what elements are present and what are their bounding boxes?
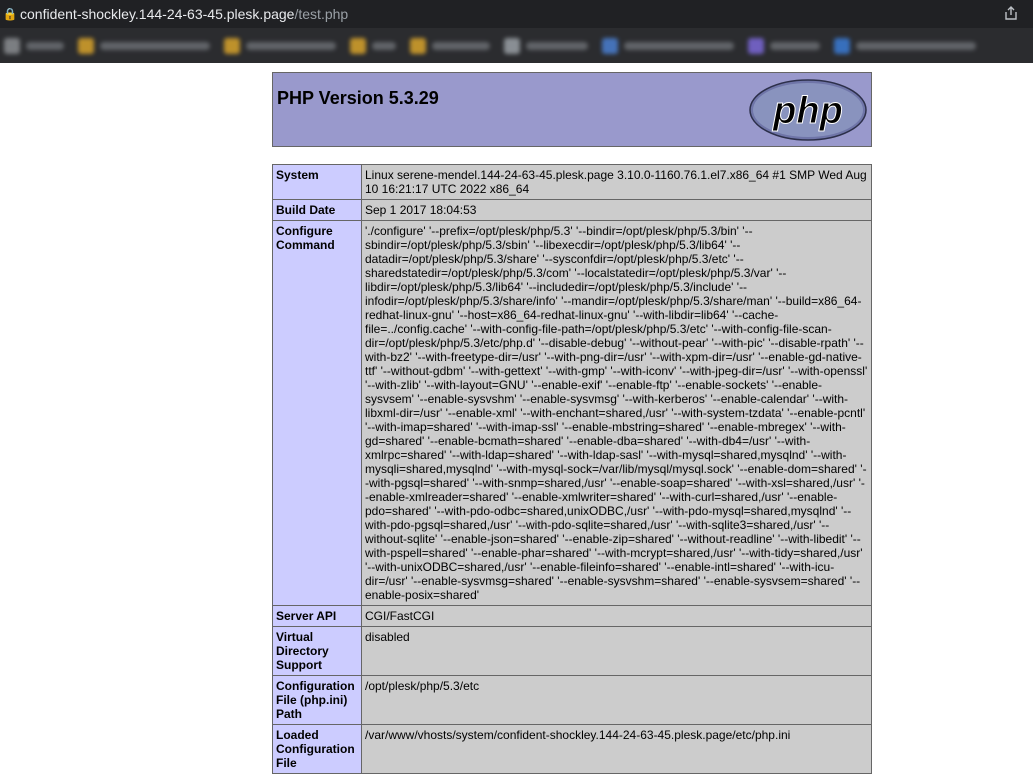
table-row: Build Date Sep 1 2017 18:04:53 — [272, 199, 872, 221]
row-value: Linux serene-mendel.144-24-63-45.plesk.p… — [361, 164, 872, 200]
info-table: System Linux serene-mendel.144-24-63-45.… — [272, 164, 872, 774]
address-bar[interactable]: 🔒 confident-shockley.144-24-63-45.plesk.… — [0, 0, 1033, 28]
table-row: Virtual Directory Support disabled — [272, 626, 872, 676]
row-label: Build Date — [272, 199, 362, 221]
row-label: Configuration File (php.ini) Path — [272, 675, 362, 725]
table-row: Configuration File (php.ini) Path /opt/p… — [272, 675, 872, 725]
share-icon[interactable] — [1003, 5, 1019, 24]
row-label: Configure Command — [272, 220, 362, 606]
php-logo[interactable]: php — [749, 79, 867, 146]
row-label: System — [272, 164, 362, 200]
bookmark-item[interactable] — [504, 36, 588, 56]
bookmark-item[interactable] — [410, 36, 490, 56]
bookmark-item[interactable] — [350, 36, 396, 56]
bookmark-item[interactable] — [834, 36, 976, 56]
table-row: Configure Command './configure' '--prefi… — [272, 220, 872, 606]
table-row: System Linux serene-mendel.144-24-63-45.… — [272, 164, 872, 200]
row-label: Server API — [272, 605, 362, 627]
bookmark-item[interactable] — [602, 36, 734, 56]
row-value: CGI/FastCGI — [361, 605, 872, 627]
row-label: Loaded Configuration File — [272, 724, 362, 774]
page-title: PHP Version 5.3.29 — [277, 88, 439, 108]
bookmark-item[interactable] — [224, 36, 336, 56]
bookmark-item[interactable] — [748, 36, 820, 56]
lock-icon[interactable]: 🔒 — [0, 7, 20, 21]
table-row: Loaded Configuration File /var/www/vhost… — [272, 724, 872, 774]
row-value: './configure' '--prefix=/opt/plesk/php/5… — [361, 220, 872, 606]
row-value: /opt/plesk/php/5.3/etc — [361, 675, 872, 725]
row-value: /var/www/vhosts/system/confident-shockle… — [361, 724, 872, 774]
bookmarks-bar — [0, 28, 1033, 63]
table-row: Server API CGI/FastCGI — [272, 605, 872, 627]
bookmark-item[interactable] — [4, 36, 64, 56]
url-path[interactable]: /test.php — [294, 6, 348, 22]
row-value: disabled — [361, 626, 872, 676]
bookmark-item[interactable] — [78, 36, 210, 56]
url-host[interactable]: confident-shockley.144-24-63-45.plesk.pa… — [20, 6, 294, 22]
row-label: Virtual Directory Support — [272, 626, 362, 676]
php-version-header: PHP Version 5.3.29 php — [272, 72, 872, 147]
php-logo-text: php — [772, 90, 843, 132]
row-value: Sep 1 2017 18:04:53 — [361, 199, 872, 221]
phpinfo-content: PHP Version 5.3.29 php System Linux sere… — [272, 72, 872, 774]
